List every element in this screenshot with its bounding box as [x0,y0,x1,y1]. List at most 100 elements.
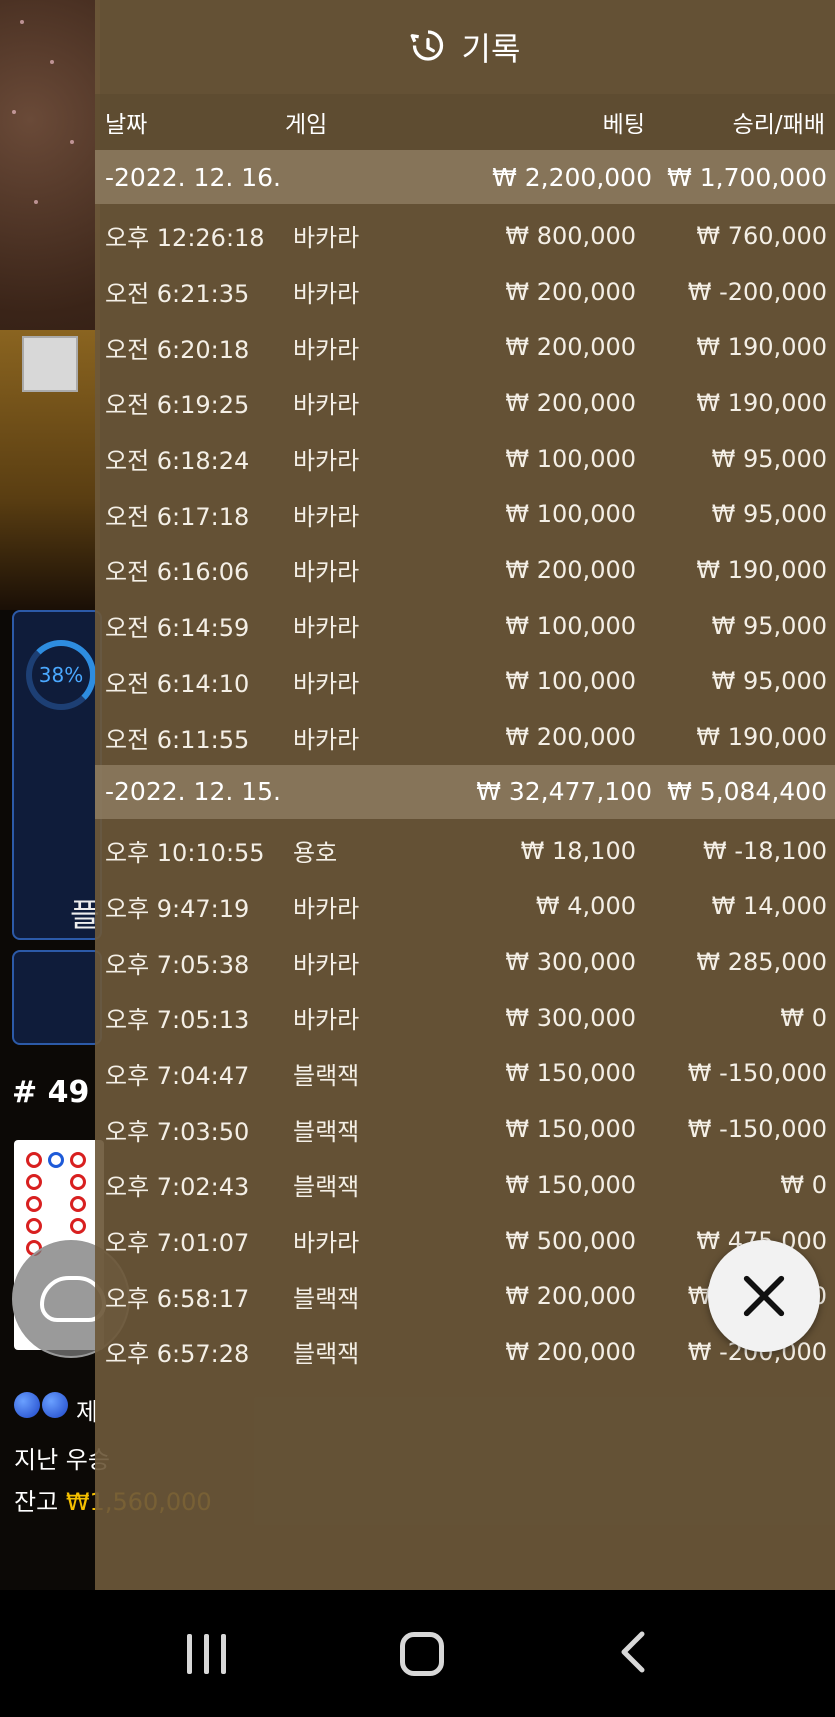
row-bet: ₩ 200,000 [505,1337,636,1366]
history-row[interactable]: 오전 6:11:55 바카라 ₩ 200,000 ₩ 190,000 [95,709,835,765]
row-game: 바카라 [293,725,360,754]
row-result: ₩ 95,000 [711,500,827,529]
history-row[interactable]: 오후 12:26:18 바카라 ₩ 800,000 ₩ 760,000 [95,208,835,264]
row-result: ₩ -150,000 [687,1115,827,1144]
row-game: 바카라 [293,391,360,420]
history-row[interactable]: 오후 7:05:38 바카라 ₩ 300,000 ₩ 285,000 [95,934,835,990]
row-time: 오후 7:05:13 [105,1006,250,1035]
row-time: 오전 6:14:10 [105,669,250,698]
sparkle [20,20,24,24]
history-row[interactable]: 오후 10:10:55 용호 ₩ 18,100 ₩ -18,100 [95,823,835,879]
row-bet: ₩ 150,000 [505,1115,636,1144]
group-date: -2022. 12. 16. [105,162,282,192]
column-bet: 베팅 [602,112,645,138]
row-result: ₩ 285,000 [696,948,827,977]
row-time: 오전 6:17:18 [105,502,250,531]
history-row[interactable]: 오전 6:17:18 바카라 ₩ 100,000 ₩ 95,000 [95,486,835,542]
back-icon [621,1631,645,1672]
group-result-total: ₩ 1,700,000 [667,162,827,192]
sparkle [50,60,54,64]
row-time: 오전 6:19:25 [105,391,250,420]
row-result: ₩ 760,000 [696,221,827,250]
sparkle [34,200,38,204]
row-time: 오후 7:01:07 [105,1229,250,1258]
history-row[interactable]: 오후 7:04:47 블랙잭 ₩ 150,000 ₩ -150,000 [95,1046,835,1102]
history-list[interactable]: -2022. 12. 16. ₩ 2,200,000 ₩ 1,700,000 오후 1… [95,150,835,1380]
history-row[interactable]: 오전 6:18:24 바카라 ₩ 100,000 ₩ 95,000 [95,431,835,487]
row-game: 바카라 [293,669,360,698]
column-result: 승리/패배 [732,112,825,138]
row-time: 오후 6:58:17 [105,1284,250,1313]
road-cell-red [70,1174,86,1190]
row-bet: ₩ 200,000 [505,333,636,362]
history-row[interactable]: 오후 7:05:13 바카라 ₩ 300,000 ₩ 0 [95,990,835,1046]
row-game: 바카라 [293,614,360,643]
row-bet: ₩ 200,000 [505,1282,636,1311]
history-row[interactable]: 오전 6:14:59 바카라 ₩ 100,000 ₩ 95,000 [95,598,835,654]
row-result: ₩ 190,000 [696,333,827,362]
row-game: 바카라 [293,502,360,531]
road-cell-red [26,1218,42,1234]
row-game: 바카라 [293,335,360,364]
recents-button[interactable] [187,1633,226,1674]
road-cell-red [26,1174,42,1190]
row-bet: ₩ 100,000 [505,611,636,640]
stats-card-secondary[interactable] [12,950,102,1045]
row-game: 바카라 [293,894,360,923]
back-button[interactable] [618,1630,648,1678]
panel-title: 기록 [461,30,521,68]
row-game: 바카라 [293,950,360,979]
row-game: 블랙잭 [293,1061,360,1090]
row-game: 블랙잭 [293,1284,360,1313]
ball-icon [14,1392,40,1418]
row-result: ₩ 190,000 [696,555,827,584]
row-game: 블랙잭 [293,1117,360,1146]
road-cell-red [70,1152,86,1168]
row-bet: ₩ 200,000 [505,723,636,752]
history-row[interactable]: 오후 7:03:50 블랙잭 ₩ 150,000 ₩ -150,000 [95,1101,835,1157]
recents-icon-bar [221,1633,226,1674]
card-shoe [22,336,78,392]
group-bet-total: ₩ 32,477,100 [476,777,652,807]
row-bet: ₩ 500,000 [505,1226,636,1255]
road-cell-red [70,1196,86,1212]
road-cell-red [26,1152,42,1168]
row-bet: ₩ 100,000 [505,500,636,529]
row-time: 오전 6:11:55 [105,725,250,754]
history-row[interactable]: 오후 7:02:43 블랙잭 ₩ 150,000 ₩ 0 [95,1157,835,1213]
home-button[interactable] [400,1631,444,1676]
history-row[interactable]: 오전 6:16:06 바카라 ₩ 200,000 ₩ 190,000 [95,542,835,598]
row-game: 바카라 [293,224,360,253]
row-result: ₩ 95,000 [711,611,827,640]
row-game: 바카라 [293,558,360,587]
row-game: 용호 [293,839,338,868]
row-bet: ₩ 300,000 [505,948,636,977]
history-row[interactable]: 오전 6:20:18 바카라 ₩ 200,000 ₩ 190,000 [95,319,835,375]
win-rate-text: 38% [38,663,84,687]
row-game: 블랙잭 [293,1340,360,1369]
history-row[interactable]: 오후 9:47:19 바카라 ₩ 4,000 ₩ 14,000 [95,879,835,935]
close-button[interactable] [708,1240,820,1352]
row-bet: ₩ 200,000 [505,277,636,306]
row-time: 오전 6:21:35 [105,280,250,309]
row-bet: ₩ 100,000 [505,667,636,696]
row-game: 바카라 [293,280,360,309]
sparkle [70,140,74,144]
row-bet: ₩ 200,000 [505,555,636,584]
row-time: 오후 10:10:55 [105,839,265,868]
history-row[interactable]: 오전 6:21:35 바카라 ₩ 200,000 ₩ -200,000 [95,264,835,320]
row-bet: ₩ 150,000 [505,1059,636,1088]
row-time: 오전 6:14:59 [105,614,250,643]
history-row[interactable]: 오전 6:19:25 바카라 ₩ 200,000 ₩ 190,000 [95,375,835,431]
row-time: 오후 7:02:43 [105,1173,250,1202]
date-group-header[interactable]: -2022. 12. 16. ₩ 2,200,000 ₩ 1,700,000 [95,150,835,204]
row-time: 오후 7:03:50 [105,1117,250,1146]
row-result: ₩ -18,100 [703,836,827,865]
history-row[interactable]: 오전 6:14:10 바카라 ₩ 100,000 ₩ 95,000 [95,654,835,710]
row-bet: ₩ 4,000 [535,892,636,921]
ball-icon [42,1392,68,1418]
balance-label-text: 잔고 [14,1488,59,1516]
close-icon [743,1275,785,1317]
row-time: 오후 7:04:47 [105,1061,250,1090]
date-group-header[interactable]: -2022. 12. 15. ₩ 32,477,100 ₩ 5,084,400 [95,764,835,819]
